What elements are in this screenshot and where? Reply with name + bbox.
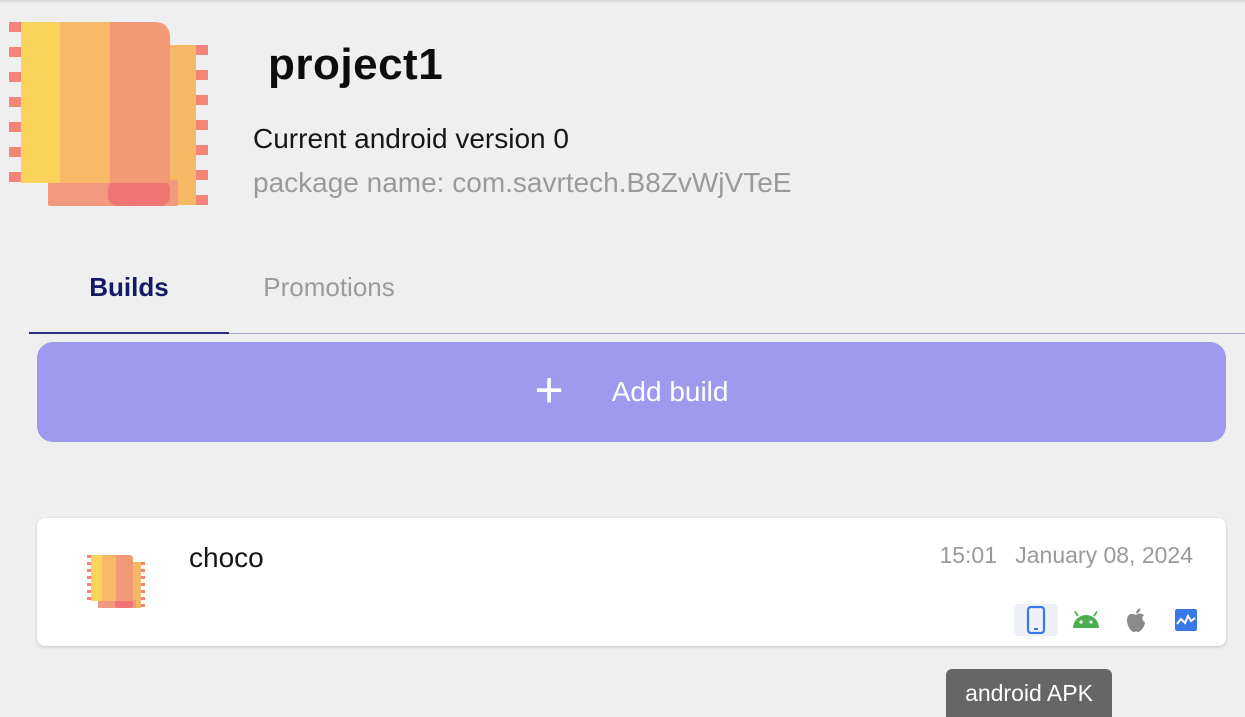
tab-promotions-label: Promotions	[263, 271, 395, 302]
phone-icon[interactable]	[1014, 604, 1058, 636]
build-card[interactable]: choco 15:01 January 08, 2024	[37, 518, 1226, 646]
top-shadow	[0, 0, 1245, 4]
add-build-label: Add build	[611, 376, 729, 407]
tab-promotions[interactable]: Promotions	[229, 240, 429, 334]
tab-bar: Builds Promotions	[29, 240, 1245, 334]
build-name: choco	[189, 542, 264, 573]
add-build-button[interactable]: + Add build	[37, 342, 1226, 442]
apple-icon[interactable]	[1114, 604, 1158, 636]
tab-builds[interactable]: Builds	[29, 240, 229, 334]
tab-builds-label: Builds	[89, 271, 169, 302]
build-thumbnail-icon	[87, 554, 145, 609]
build-date: January 08, 2024	[1015, 542, 1193, 568]
build-time: 15:01	[939, 542, 997, 568]
project-book-icon	[8, 20, 210, 208]
package-name-text: package name: com.savrtech.B8ZvWjVTeE	[253, 167, 792, 198]
android-icon[interactable]	[1064, 604, 1108, 636]
project-title: project1	[268, 40, 444, 89]
plus-icon: +	[534, 362, 564, 418]
platform-icons	[1014, 604, 1208, 636]
android-version-text: Current android version 0	[253, 123, 569, 154]
web-icon[interactable]	[1164, 604, 1208, 636]
tooltip: android APK	[946, 669, 1112, 717]
active-tab-indicator	[29, 332, 229, 334]
